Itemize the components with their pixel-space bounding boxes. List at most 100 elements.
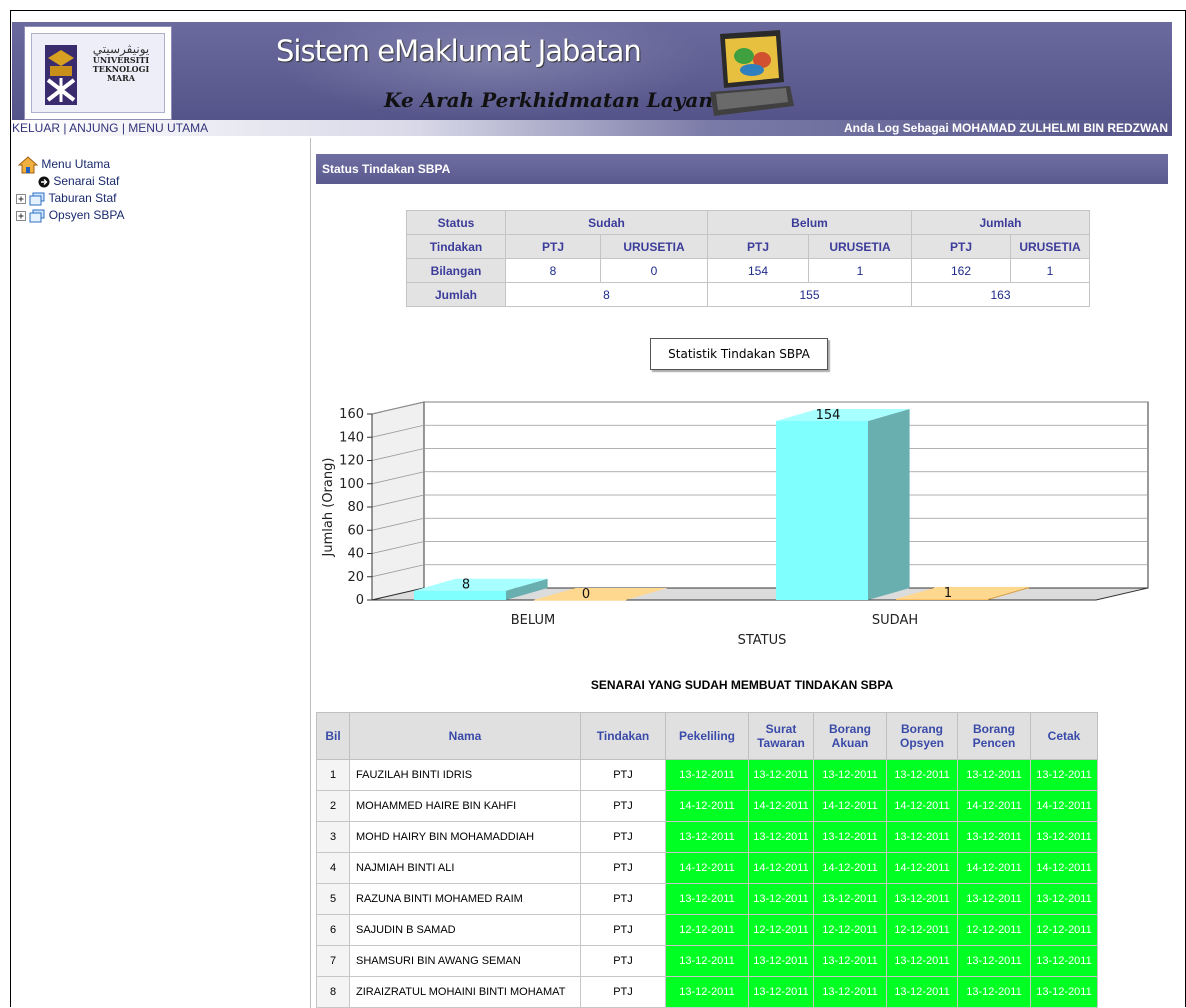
summary-cell: 163 [911, 282, 1090, 307]
date-cell: 14-12-2011 [957, 852, 1031, 884]
summary-table: Status Sudah Belum Jumlah Tindakan PTJ U… [406, 210, 1090, 307]
summary-cell: 0 [600, 258, 708, 283]
staff-name: SHAMSURI BIN AWANG SEMAN [349, 945, 581, 977]
date-cell: 14-12-2011 [748, 790, 814, 822]
window-icon [29, 209, 45, 223]
date-cell: 13-12-2011 [748, 821, 814, 853]
column-header: Nama [349, 712, 581, 760]
date-cell: 12-12-2011 [665, 914, 749, 946]
logo-line3: MARA [107, 73, 135, 83]
tindakan-cell: PTJ [580, 790, 666, 822]
date-cell: 13-12-2011 [813, 976, 887, 1008]
table-row: 6 SAJUDIN B SAMAD PTJ 12-12-2011 12-12-2011 1… [316, 914, 1098, 946]
uitm-emblem-icon [45, 45, 77, 105]
bar [534, 600, 626, 601]
sidebar-item-senarai-staf[interactable]: Senarai Staf [38, 174, 119, 188]
summary-cell: Sudah [505, 210, 708, 235]
summary-cell: Tindakan [406, 234, 506, 259]
data-label: 1 [944, 586, 952, 601]
date-cell: 14-12-2011 [1030, 790, 1098, 822]
column-header: Surat Tawaran [748, 712, 814, 760]
sidebar-item-label: Taburan Staf [48, 191, 117, 205]
table-row: 4 NAJMIAH BINTI ALI PTJ 14-12-2011 14-12-201… [316, 852, 1098, 884]
nav-anjung-link[interactable]: ANJUNG [69, 121, 118, 135]
date-cell: 13-12-2011 [886, 945, 958, 977]
date-cell: 14-12-2011 [665, 852, 749, 884]
summary-row-jumlah: Jumlah 8 155 163 [406, 282, 1090, 307]
sidebar-item-label: Senarai Staf [53, 174, 120, 188]
y-tick-label: 40 [347, 547, 364, 562]
sidebar-item-taburan-staf[interactable]: Taburan Staf [16, 191, 117, 206]
date-cell: 14-12-2011 [1030, 852, 1098, 884]
uitm-logo: ﻳﻮﻧﻴﭭﺮﺳﻴﺘﻲ UNIVERSITI TEKNOLOGI MARA [24, 26, 172, 120]
date-cell: 12-12-2011 [748, 914, 814, 946]
y-tick-label: 160 [339, 407, 364, 422]
summary-cell: 8 [505, 282, 708, 307]
row-number: 7 [316, 945, 350, 977]
date-cell: 13-12-2011 [813, 759, 887, 791]
x-tick-label: SUDAH [872, 613, 918, 628]
y-tick-label: 80 [347, 500, 364, 515]
date-cell: 14-12-2011 [813, 852, 887, 884]
date-cell: 13-12-2011 [957, 883, 1031, 915]
bar [414, 590, 506, 600]
tindakan-cell: PTJ [580, 821, 666, 853]
date-cell: 13-12-2011 [748, 976, 814, 1008]
summary-row-tindakan: Tindakan PTJ URUSETIA PTJ URUSETIA PTJ U… [406, 234, 1090, 259]
y-tick-label: 140 [339, 430, 364, 445]
y-tick-label: 60 [347, 523, 364, 538]
home-icon [18, 156, 38, 174]
column-header: Borang Akuan [813, 712, 887, 760]
summary-cell: PTJ [505, 234, 601, 259]
date-cell: 13-12-2011 [957, 945, 1031, 977]
y-tick-label: 100 [339, 477, 364, 492]
staff-name: MOHD HAIRY BIN MOHAMADDIAH [349, 821, 581, 853]
tindakan-cell: PTJ [580, 945, 666, 977]
summary-cell: Jumlah [406, 282, 506, 307]
column-header: Pekeliling [665, 712, 749, 760]
column-header: Borang Pencen [957, 712, 1031, 760]
date-cell: 13-12-2011 [957, 759, 1031, 791]
table-row: 3 MOHD HAIRY BIN MOHAMADDIAH PTJ 13-12-2011… [316, 821, 1098, 853]
staff-name: FAUZILAH BINTI IDRIS [349, 759, 581, 791]
sidebar-item-opsyen-sbpa[interactable]: Opsyen SBPA [16, 208, 125, 223]
sidebar-item-menu-utama[interactable]: Menu Utama [18, 156, 110, 174]
summary-cell: PTJ [707, 234, 809, 259]
date-cell: 13-12-2011 [748, 945, 814, 977]
tindakan-cell: PTJ [580, 759, 666, 791]
expand-plus-icon[interactable] [16, 193, 26, 204]
list-title: SENARAI YANG SUDAH MEMBUAT TINDAKAN SBPA [590, 678, 894, 692]
column-header: Borang Opsyen [886, 712, 958, 760]
date-cell: 14-12-2011 [813, 790, 887, 822]
summary-cell: 8 [505, 258, 601, 283]
window-icon [29, 192, 45, 206]
nav-keluar-link[interactable]: KELUAR [12, 121, 60, 135]
summary-cell: PTJ [911, 234, 1011, 259]
date-cell: 13-12-2011 [886, 976, 958, 1008]
date-cell: 13-12-2011 [1030, 883, 1098, 915]
data-label: 0 [582, 587, 590, 602]
expand-plus-icon[interactable] [16, 210, 26, 221]
date-cell: 12-12-2011 [957, 914, 1031, 946]
table-row: 5 RAZUNA BINTI MOHAMED RAIM PTJ 13-12-2011 1… [316, 883, 1098, 915]
summary-cell: Jumlah [911, 210, 1090, 235]
y-axis-label: Jumlah (Orang) [321, 458, 336, 558]
sidebar-item-label: Opsyen SBPA [48, 208, 125, 222]
y-tick-label: 20 [347, 570, 364, 585]
column-header: Tindakan [580, 712, 666, 760]
staff-name: SAJUDIN B SAMAD [349, 914, 581, 946]
logo-jawi-text: ﻳﻮﻧﻴﭭﺮﺳﻴﺘﻲ [92, 42, 150, 56]
summary-cell: 154 [707, 258, 809, 283]
date-cell: 12-12-2011 [813, 914, 887, 946]
sidebar: Menu Utama Senarai Staf Taburan Staf Ops… [12, 138, 311, 1008]
summary-cell: Belum [707, 210, 912, 235]
date-cell: 14-12-2011 [748, 852, 814, 884]
nav-links: KELUAR | ANJUNG | MENU UTAMA [12, 121, 208, 135]
tindakan-cell: PTJ [580, 976, 666, 1008]
date-cell: 13-12-2011 [1030, 976, 1098, 1008]
date-cell: 12-12-2011 [1030, 914, 1098, 946]
nav-menu-utama-link[interactable]: MENU UTAMA [128, 121, 208, 135]
date-cell: 13-12-2011 [665, 759, 749, 791]
date-cell: 13-12-2011 [748, 759, 814, 791]
row-number: 8 [316, 976, 350, 1008]
